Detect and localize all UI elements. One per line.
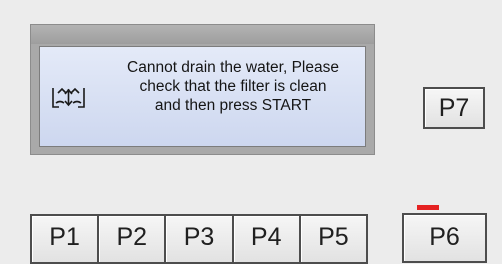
error-message-line-3: and then press START xyxy=(154,97,312,114)
p5-button[interactable]: P5 xyxy=(300,216,367,262)
error-message-line-2: check that the filter is clean xyxy=(139,78,327,95)
display-title-bar xyxy=(31,25,374,44)
error-message: Cannot drain the water, Please check tha… xyxy=(88,58,378,115)
display-frame: Cannot drain the water, Please check tha… xyxy=(30,24,375,155)
p6-button[interactable]: P6 xyxy=(402,213,487,263)
p1-button[interactable]: P1 xyxy=(32,216,98,262)
p4-button[interactable]: P4 xyxy=(233,216,299,262)
p2-button[interactable]: P2 xyxy=(99,216,165,262)
drain-filter-icon xyxy=(52,87,85,108)
error-message-line-1: Cannot drain the water, Please xyxy=(127,59,339,76)
lcd-screen: Cannot drain the water, Please check tha… xyxy=(39,46,366,147)
p6-status-indicator xyxy=(417,205,439,210)
p7-button[interactable]: P7 xyxy=(423,87,485,129)
p3-button[interactable]: P3 xyxy=(166,216,232,262)
control-panel: Cannot drain the water, Please check tha… xyxy=(0,0,502,264)
